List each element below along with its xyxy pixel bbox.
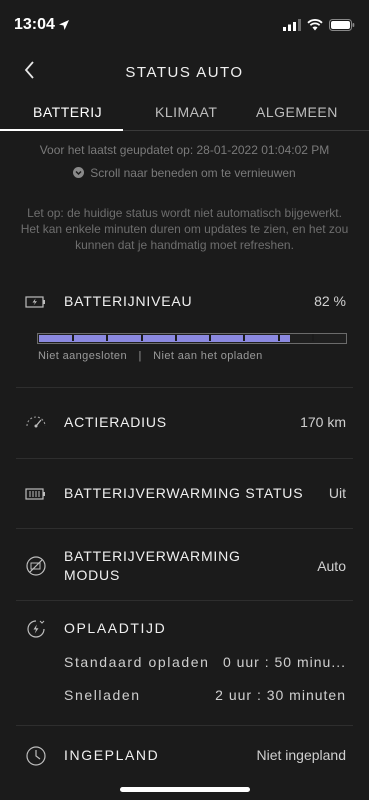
charge-time-label: OPLAADTIJD	[64, 620, 167, 636]
page-title: STATUS AUTO	[125, 64, 244, 81]
range-gauge-icon	[24, 411, 48, 435]
divider	[16, 600, 353, 601]
charge-time-row: OPLAADTIJD	[0, 617, 369, 641]
scheduled-value: Niet ingepland	[256, 747, 346, 763]
divider	[16, 528, 353, 529]
battery-bar-segment-divider	[209, 334, 212, 341]
location-arrow-icon	[58, 18, 70, 36]
battery-bar-segment-divider	[277, 334, 280, 341]
charge-info-separator: |	[138, 350, 142, 362]
active-tab-indicator	[0, 129, 123, 131]
fast-charge-value: 2 uur : 30 minuten	[215, 687, 346, 703]
battery-bar-segment-divider	[174, 334, 177, 341]
tab-klimaat[interactable]: KLIMAAT	[155, 104, 217, 120]
notice: Let op: de huidige status wordt niet aut…	[20, 205, 349, 253]
status-bar: 13:04	[0, 0, 369, 48]
wifi-icon	[307, 18, 323, 36]
battery-level-bar	[37, 333, 347, 344]
heater-off-icon	[24, 554, 48, 578]
battery-level-label: BATTERIJNIVEAU	[64, 293, 193, 309]
divider	[16, 725, 353, 726]
battery-bar-segment-divider	[140, 334, 143, 341]
fast-charge-label: Snelladen	[64, 687, 141, 703]
battery-level-row: BATTERIJNIVEAU 82 %	[0, 290, 369, 314]
divider	[16, 458, 353, 459]
divider	[16, 387, 353, 388]
last-updated-text: Voor het laatst geupdatet op: 28-01-2022…	[39, 143, 330, 157]
status-icons	[283, 18, 355, 36]
battery-level-fill	[39, 335, 290, 342]
header: STATUS AUTO	[0, 48, 369, 96]
battery-heater-icon	[24, 482, 48, 506]
range-label: ACTIERADIUS	[64, 414, 167, 430]
heating-mode-label-line-2: MODUS	[64, 567, 121, 583]
battery-bar-segment-divider	[243, 334, 246, 341]
scroll-hint[interactable]: Scroll naar beneden om te vernieuwen	[0, 166, 369, 181]
scroll-hint-text: Scroll naar beneden om te vernieuwen	[90, 166, 296, 180]
range-value: 170 km	[300, 414, 346, 430]
charge-clock-icon	[24, 617, 48, 641]
battery-bar-segment-divider	[72, 334, 75, 341]
clock-icon	[24, 744, 48, 768]
notice-line-1: Let op: de huidige status wordt niet aut…	[27, 206, 342, 220]
battery-charge-icon	[24, 290, 48, 314]
range-row: ACTIERADIUS 170 km	[0, 411, 369, 435]
heating-mode-row: BATTERIJVERWARMING MODUS Auto	[0, 546, 369, 586]
tab-algemeen[interactable]: ALGEMEEN	[256, 104, 338, 120]
heating-status-value: Uit	[328, 485, 346, 501]
cellular-signal-icon	[283, 18, 301, 36]
heating-status-label: BATTERIJVERWARMING STATUS	[64, 485, 304, 501]
scheduled-row: INGEPLAND Niet ingepland	[0, 744, 369, 768]
standard-charge-value: 0 uur : 50 minu...	[222, 654, 346, 670]
heating-mode-label-line-1: BATTERIJVERWARMING	[64, 548, 241, 564]
tab-batterij[interactable]: BATTERIJ	[33, 104, 102, 120]
battery-bar-segment-divider	[311, 334, 314, 341]
battery-bar-segment-divider	[106, 334, 109, 341]
heating-mode-value: Auto	[317, 558, 346, 574]
standard-charge-label: Standaard opladen	[64, 654, 210, 670]
heating-status-row: BATTERIJVERWARMING STATUS Uit	[0, 482, 369, 506]
scheduled-label: INGEPLAND	[64, 747, 160, 763]
home-indicator[interactable]	[120, 787, 250, 792]
connection-status: Niet aangesloten	[38, 350, 127, 362]
notice-line-2: Het kan enkele minuten duren om updates …	[20, 222, 349, 252]
battery-status-icon	[329, 18, 355, 36]
tab-bar: BATTERIJ KLIMAAT ALGEMEEN	[0, 96, 369, 131]
chevron-down-circle-icon	[73, 166, 85, 181]
status-time: 13:04	[14, 16, 55, 33]
charge-info: Niet aangesloten | Niet aan het opladen	[38, 350, 263, 362]
charging-status: Niet aan het opladen	[153, 350, 263, 362]
battery-level-value: 82 %	[314, 293, 346, 309]
